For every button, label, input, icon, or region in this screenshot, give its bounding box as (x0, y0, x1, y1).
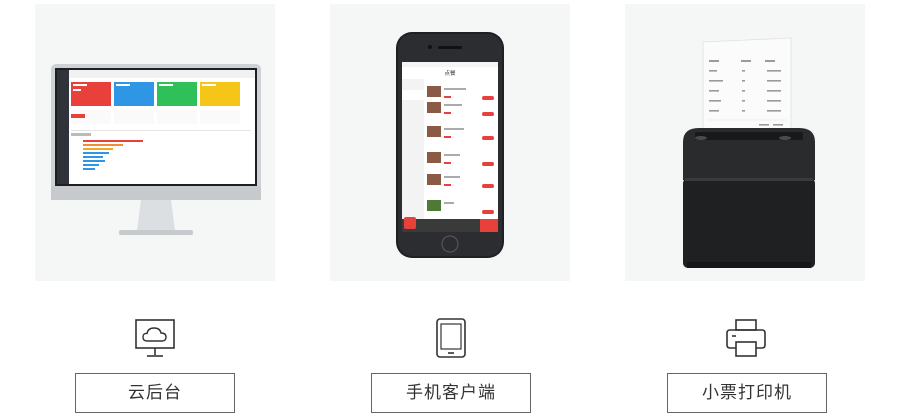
cloud-backend-button[interactable]: 云后台 (75, 373, 235, 413)
mobile-client-button[interactable]: 手机客户端 (371, 373, 531, 413)
phone-title: 点餐 (444, 69, 456, 77)
tablet-icon (429, 316, 473, 360)
phone-illustration: 点餐 (396, 32, 504, 258)
printer-illustration (683, 37, 815, 268)
receipt-printer-button[interactable]: 小票打印机 (667, 373, 827, 413)
printer-icon (724, 316, 768, 360)
mobile-client-card: 点餐 (330, 4, 570, 281)
cloud-backend-card (35, 4, 275, 281)
receipt-printer-card (625, 4, 865, 281)
imac-illustration (51, 64, 261, 235)
cloud-monitor-icon (133, 316, 177, 360)
